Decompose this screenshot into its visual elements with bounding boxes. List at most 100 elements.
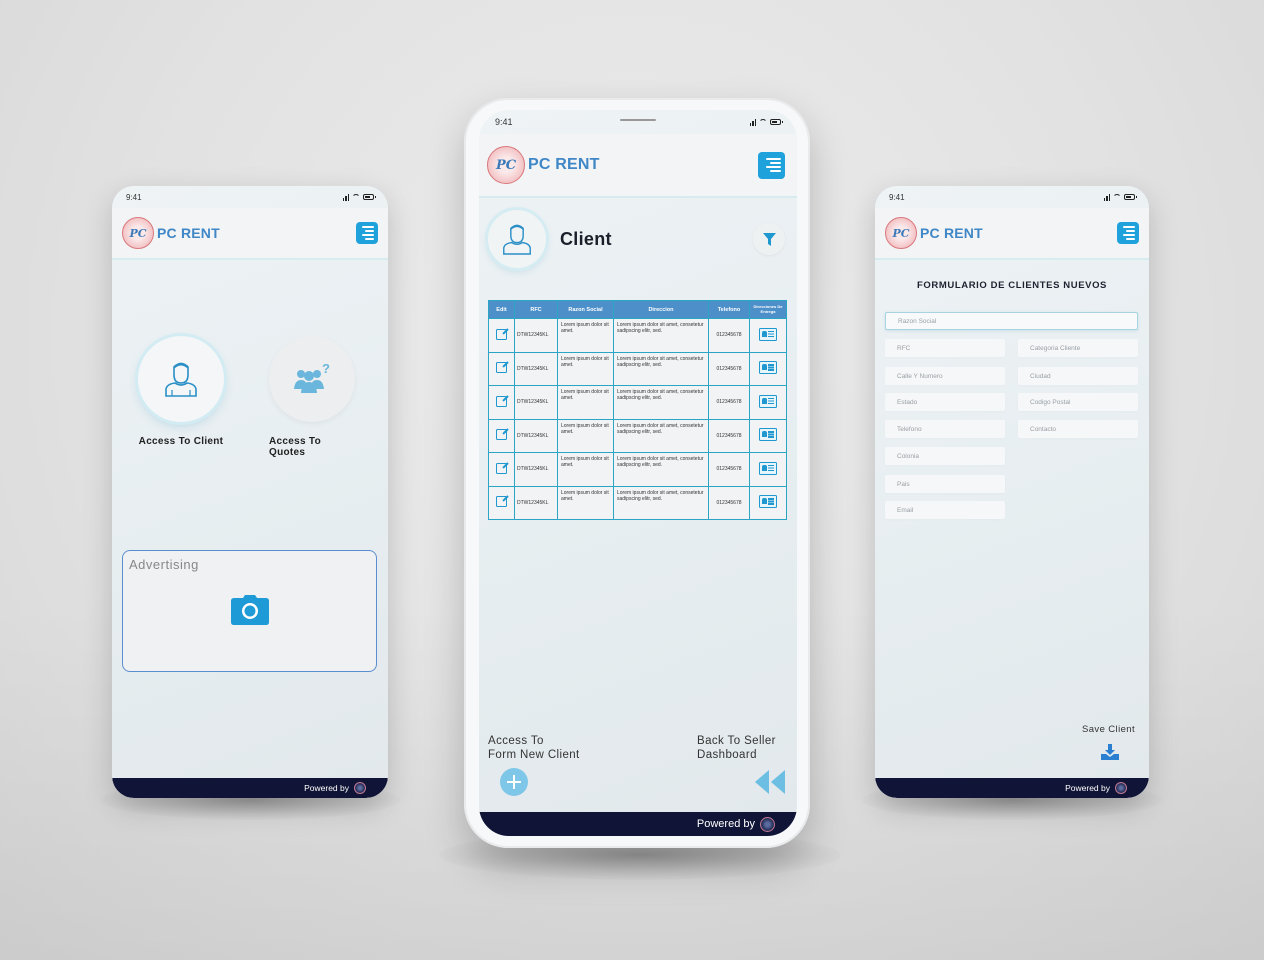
telefono-cell: 012345678 [708,318,750,353]
menu-icon-bar [365,230,374,232]
address-card-icon[interactable] [759,327,777,341]
razon-social-field[interactable]: Razon Social [885,312,1138,330]
contacto-field[interactable]: Contacto [1018,420,1138,438]
back-dashboard-label-line1: Back To Seller [697,735,776,747]
back-dashboard-label: Back To Seller Dashboard [697,734,776,762]
pais-field[interactable]: Pais [885,475,1005,493]
razon-social-cell: Lorem ipsum dolor sit amet. [557,418,614,453]
direccion-cell: Lorem ipsum dolor sit amet, consetetur s… [613,385,709,420]
codigo-postal-field[interactable]: Codigo Postal [1018,393,1138,411]
wifi-icon [352,194,360,200]
app-footer: Powered by [112,778,388,798]
edit-icon[interactable] [496,429,507,441]
edit-cell[interactable] [488,452,515,487]
powered-by-logo-icon [760,816,775,832]
signal-icon [342,193,349,201]
status-bar: 9:41 [112,186,388,208]
delivery-address-cell[interactable] [749,318,787,353]
direccion-cell: Lorem ipsum dolor sit amet, consetetur s… [613,452,709,487]
delivery-address-cell[interactable] [749,418,787,453]
access-client-circle[interactable] [138,336,224,422]
rewind-icon [771,770,785,794]
status-time: 9:41 [889,192,905,202]
powered-by-label: Powered by [1065,783,1110,793]
access-client-button[interactable]: Access To Client [138,336,224,447]
edit-cell[interactable] [488,318,515,353]
razon-social-cell: Lorem ipsum dolor sit amet. [557,485,614,520]
edit-icon[interactable] [496,362,507,374]
home-screen: 9:41 PC PC RENT Access To Client ? Acces… [112,186,388,798]
user-icon [165,362,197,397]
address-card-icon[interactable] [759,461,777,475]
telefono-cell: 012345678 [708,385,750,420]
app-footer: Powered by [875,778,1149,798]
table-header-row: Edit RFC Razon Social Direccion Telefono… [488,300,787,319]
edit-cell[interactable] [488,485,515,520]
status-time: 9:41 [126,192,142,202]
estado-field[interactable]: Estado [885,393,1005,411]
table-row: DTW12345KL Lorem ipsum dolor sit amet. Lor… [488,485,787,520]
telefono-field[interactable]: Telefono [885,420,1005,438]
edit-cell[interactable] [488,418,515,453]
menu-button[interactable] [1117,222,1139,244]
delivery-address-cell[interactable] [749,385,787,420]
rfc-cell: DTW12345KL [514,318,558,353]
download-icon[interactable] [1101,744,1119,760]
group-question-icon: ? [294,363,330,393]
address-card-icon[interactable] [759,361,777,375]
access-quotes-button[interactable]: ? Access To Quotes [269,336,355,458]
signal-icon [749,118,756,126]
camera-icon [231,595,269,625]
address-card-icon[interactable] [759,394,777,408]
column-header-rfc: RFC [514,300,558,319]
delivery-address-cell[interactable] [749,452,787,487]
rfc-field[interactable]: RFC [885,339,1005,357]
access-client-label: Access To Client [138,436,224,447]
address-card-icon[interactable] [759,428,777,442]
powered-by-logo-icon [1115,782,1127,794]
telefono-cell: 012345678 [708,418,750,453]
clients-table: Edit RFC Razon Social Direccion Telefono… [488,300,787,520]
delivery-address-cell[interactable] [749,351,787,386]
edit-cell[interactable] [488,351,515,386]
svg-text:?: ? [322,363,330,376]
edit-icon[interactable] [496,462,507,474]
menu-icon-bar [362,226,374,228]
brand-logo: PC PC RENT [885,217,983,249]
menu-button[interactable] [356,222,378,244]
form-title: FORMULARIO DE CLIENTES NUEVOS [917,280,1107,291]
back-dashboard-button[interactable] [755,770,787,794]
colonia-field[interactable]: Colonia [885,447,1005,465]
direccion-cell: Lorem ipsum dolor sit amet, consetetur s… [613,485,709,520]
user-icon [503,224,531,255]
delivery-address-cell[interactable] [749,485,787,520]
add-client-button[interactable] [500,768,528,796]
direccion-cell: Lorem ipsum dolor sit amet, consetetur s… [613,418,709,453]
direccion-cell: Lorem ipsum dolor sit amet, consetetur s… [613,351,709,386]
edit-cell[interactable] [488,385,515,420]
menu-icon-bar [766,158,781,160]
email-field[interactable]: Email [885,501,1005,519]
access-quotes-circle[interactable]: ? [269,336,355,422]
table-row: DTW12345KL Lorem ipsum dolor sit amet. Lor… [488,418,787,453]
menu-button[interactable] [758,151,785,179]
client-screen: 9:41 PC PC RENT Client Edit RFC Razon So… [479,110,797,836]
status-time: 9:41 [495,117,513,127]
telefono-cell: 012345678 [708,485,750,520]
advertising-box[interactable]: Advertising [122,550,377,672]
advertising-label: Advertising [129,557,199,572]
address-card-icon[interactable] [759,495,777,509]
categoria-cliente-field[interactable]: Categoria Cliente [1018,339,1138,357]
wifi-icon [759,119,767,125]
brand-logo: PC PC RENT [122,217,220,249]
calle-numero-field[interactable]: Calle Y Numero [885,367,1005,385]
edit-icon[interactable] [496,328,507,340]
table-row: DTW12345KL Lorem ipsum dolor sit amet. Lor… [488,385,787,420]
ciudad-field[interactable]: Ciudad [1018,367,1138,385]
battery-icon [363,194,376,200]
rfc-cell: DTW12345KL [514,351,558,386]
edit-icon[interactable] [496,496,507,508]
edit-icon[interactable] [496,395,507,407]
brand-name: PC RENT [157,225,220,241]
filter-button[interactable] [753,223,785,255]
